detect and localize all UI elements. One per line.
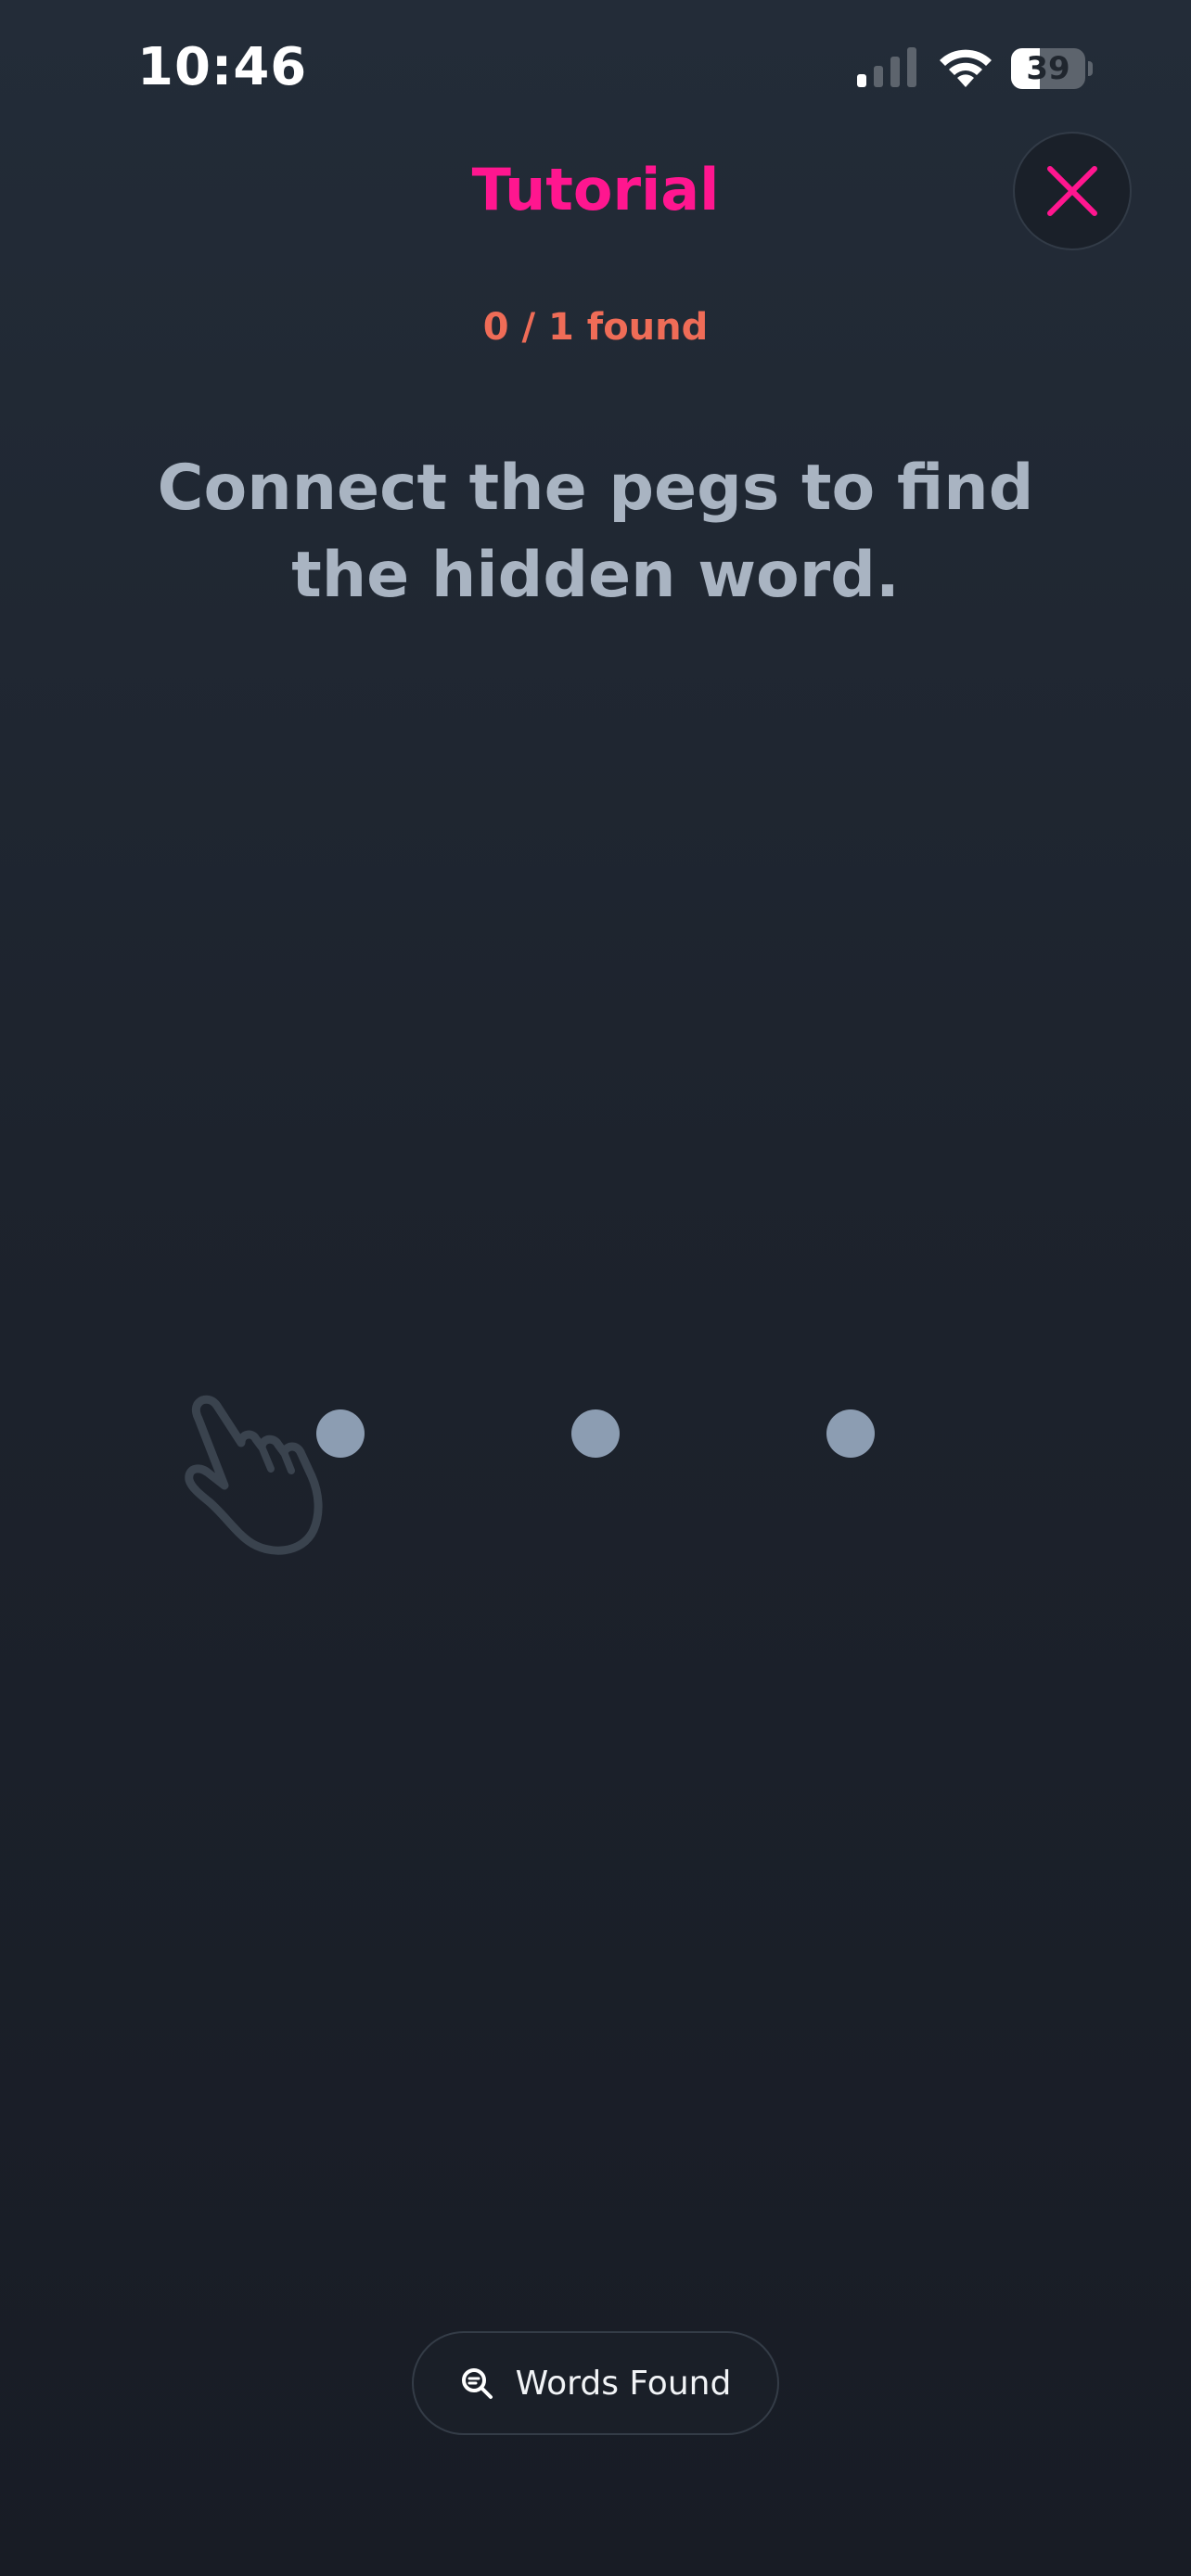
close-icon (1047, 166, 1097, 216)
battery-cap (1088, 61, 1093, 76)
instruction-text: Connect the pegs to find the hidden word… (157, 452, 1034, 612)
close-button[interactable] (1013, 132, 1132, 250)
pointing-hand-icon (185, 1395, 323, 1555)
found-progress: 0 / 1 found (482, 306, 709, 349)
peg-2[interactable] (571, 1409, 620, 1458)
words-found-button[interactable]: Words Found (412, 2331, 779, 2435)
search-icon (461, 2368, 493, 2399)
status-time: 10:46 (137, 37, 308, 97)
battery-indicator: 39 (1011, 48, 1093, 89)
peg-3[interactable] (826, 1409, 875, 1458)
battery-level-text: 39 (1026, 50, 1070, 87)
wifi-icon (940, 49, 992, 87)
words-found-label: Words Found (515, 2364, 732, 2403)
battery-body: 39 (1011, 48, 1085, 89)
cellular-signal-icon (857, 47, 916, 87)
